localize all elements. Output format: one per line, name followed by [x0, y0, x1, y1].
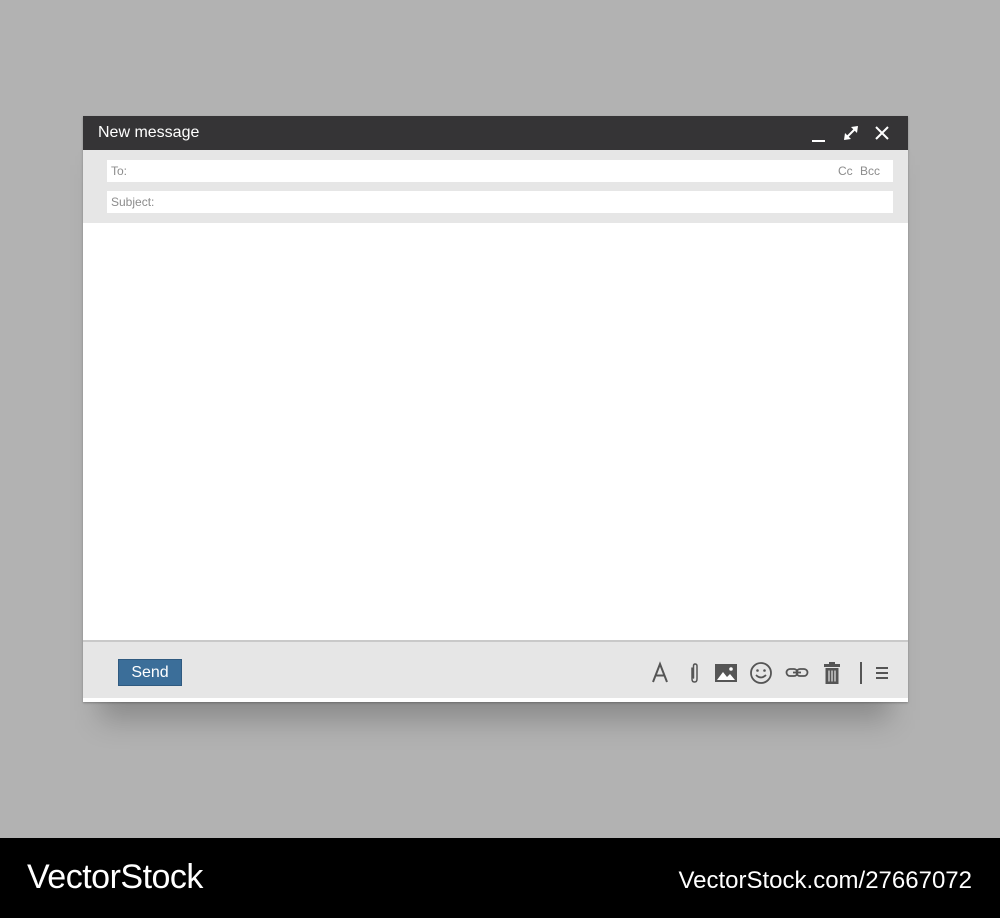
expand-arrows-icon[interactable] — [840, 122, 862, 144]
message-body[interactable] — [83, 223, 908, 640]
to-field[interactable]: To: Cc Bcc — [107, 160, 893, 182]
font-icon[interactable] — [647, 660, 673, 686]
subject-field[interactable]: Subject: — [107, 191, 893, 213]
to-label: To: — [111, 164, 128, 178]
recipients-panel: To: Cc Bcc Subject: — [83, 150, 908, 223]
send-button[interactable]: Send — [118, 659, 182, 686]
close-icon[interactable] — [871, 122, 893, 144]
compose-window: New message To: Cc Bcc Subject: Send — [83, 116, 908, 702]
window-bottom-edge — [83, 698, 908, 702]
watermark-bar: VectorStock VectorStock.com/27667072 — [0, 838, 1000, 918]
cc-link[interactable]: Cc — [838, 165, 853, 178]
more-options-icon[interactable] — [869, 660, 895, 686]
trash-icon[interactable] — [819, 660, 845, 686]
link-icon[interactable] — [784, 660, 810, 686]
title-bar[interactable]: New message — [83, 116, 908, 150]
to-input[interactable] — [157, 162, 817, 180]
bcc-link[interactable]: Bcc — [860, 165, 880, 178]
watermark-url: VectorStock.com/27667072 — [678, 867, 972, 894]
toolbar-divider — [860, 662, 862, 684]
window-title: New message — [98, 124, 200, 141]
paperclip-icon[interactable] — [681, 660, 707, 686]
subject-label: Subject: — [111, 195, 155, 209]
subject-input[interactable] — [161, 193, 881, 211]
compose-toolbar: Send — [83, 640, 908, 698]
minimize-icon[interactable] — [808, 122, 830, 144]
emoji-icon[interactable] — [748, 660, 774, 686]
image-icon[interactable] — [713, 660, 739, 686]
watermark-brand: VectorStock — [27, 858, 203, 896]
